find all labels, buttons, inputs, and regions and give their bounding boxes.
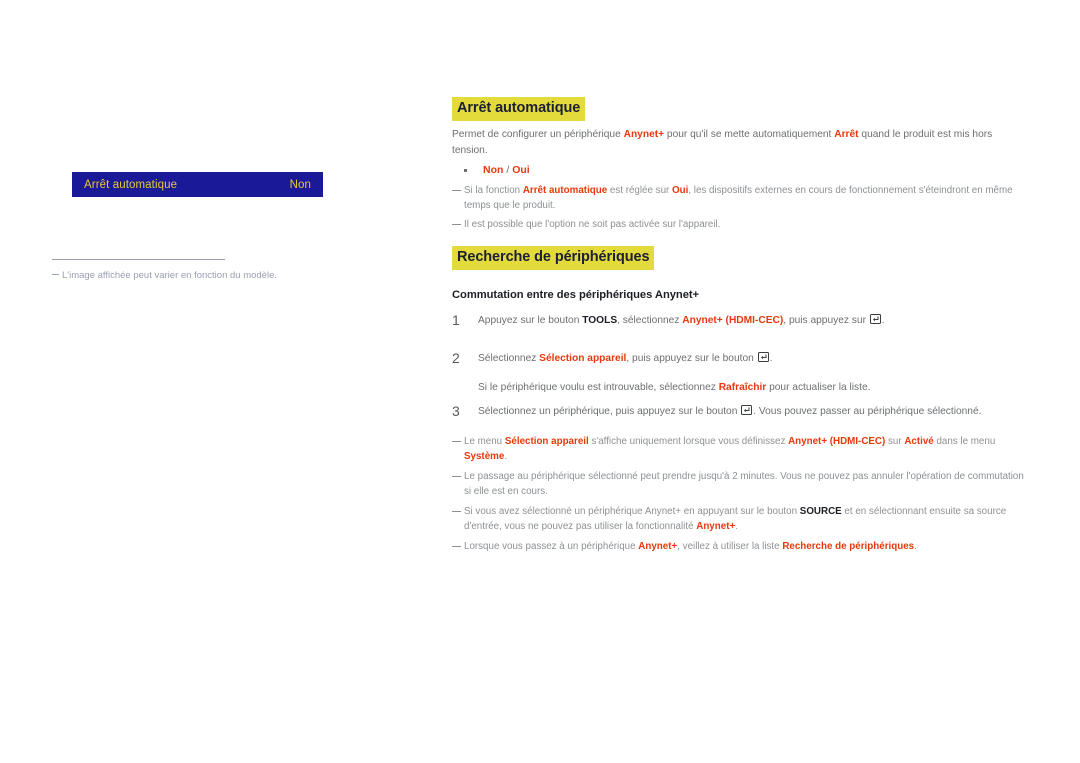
step-3-text-2: . Vous pouvez passer au périphérique sél… xyxy=(753,406,982,417)
section-heading-recherche-de-peripheriques: Recherche de périphériques xyxy=(452,246,655,270)
option-values: Non / Oui xyxy=(483,163,530,178)
section-1-note-1: Si la fonction Arrêt automatique est rég… xyxy=(452,184,1030,213)
step-1-text: Appuyez sur le bouton TOOLS, sélectionne… xyxy=(478,313,1030,329)
osd-menu-item-label: Arrêt automatique xyxy=(84,178,178,191)
step-number: 2 xyxy=(452,350,460,366)
step-number: 3 xyxy=(452,403,460,419)
section-2-note-4: Lorsque vous passez à un périphérique An… xyxy=(452,540,1030,555)
section-2-note-3: Si vous avez sélectionné un périphérique… xyxy=(452,505,1030,534)
section-2-note-1: Le menu Sélection appareil s'affiche uni… xyxy=(452,435,1030,464)
step-number: 1 xyxy=(452,312,460,328)
note-1-keyword-oui: Oui xyxy=(672,185,689,196)
footnote-text: L'image affichée peut varier en fonction… xyxy=(62,270,277,281)
note-1-text-2: est réglée sur xyxy=(607,185,673,196)
step-1-text-1: Appuyez sur le bouton xyxy=(478,315,583,326)
bullet-dot-icon xyxy=(464,169,467,172)
section-heading-arret-automatique-wrap: Arrêt automatique xyxy=(452,97,586,121)
osd-menu-item-value: Non xyxy=(289,178,311,191)
step-2-text-3: . xyxy=(769,353,773,364)
section-1-note-2: Il est possible que l'option ne soit pas… xyxy=(452,218,1030,233)
option-bullet-row: Non / Oui xyxy=(452,163,530,178)
note-3-keyword-anynet-hdmi-cec: Anynet+ (HDMI-CEC) xyxy=(788,436,886,447)
note-2-body: Il est possible que l'option ne soit pas… xyxy=(464,219,721,230)
note-dash-icon xyxy=(452,511,461,512)
step-2-sub-text-2: pour actualiser la liste. xyxy=(766,382,871,393)
step-2-text-2: , puis appuyez sur le bouton xyxy=(626,353,757,364)
section-1-intro-paragraph: Permet de configurer un périphérique Any… xyxy=(452,127,1022,158)
intro-keyword-anynet: Anynet+ xyxy=(623,129,665,140)
note-3-keyword-systeme: Système xyxy=(464,450,505,462)
note-6-keyword-anynet: Anynet+ xyxy=(638,541,678,552)
note-5-text-3: . xyxy=(735,520,738,532)
osd-menu-row-arret-automatique[interactable]: Arrêt automatique Non xyxy=(72,172,323,197)
left-illustration-panel: Arrêt automatique Non L'image affichée p… xyxy=(0,0,440,763)
note-6-keyword-recherche: Recherche de périphériques xyxy=(782,541,915,552)
note-dash-icon xyxy=(452,441,461,442)
step-3-text-1: Sélectionnez un périphérique, puis appuy… xyxy=(478,406,741,417)
illustration-footnote: L'image affichée peut varier en fonction… xyxy=(52,269,392,282)
step-1-keyword-anynet-hdmi-cec: Anynet+ (HDMI-CEC) xyxy=(682,315,784,326)
note-dash-icon xyxy=(452,190,461,191)
note-3-body: Le menu Sélection appareil s'affiche uni… xyxy=(464,435,1030,464)
step-2-sub-keyword-rafraichir: Rafraîchir xyxy=(718,382,767,393)
note-5-keyword-source: SOURCE xyxy=(799,506,842,517)
step-1-keyword-tools: TOOLS xyxy=(582,315,618,326)
enter-key-icon xyxy=(741,405,753,415)
note-1-keyword-arret-automatique: Arrêt automatique xyxy=(522,185,608,196)
note-3-text-3: sur xyxy=(885,436,905,447)
note-5-text-1: Si vous avez sélectionné un périphérique… xyxy=(464,506,800,517)
note-dash-icon xyxy=(452,476,461,477)
note-6-text-1: Lorsque vous passez à un périphérique xyxy=(464,541,639,552)
sub-heading-commutation: Commutation entre des périphériques Anyn… xyxy=(452,289,700,301)
section-heading-recherche-wrap: Recherche de périphériques xyxy=(452,246,655,270)
intro-text-2: pour qu'il se mette automatiquement xyxy=(664,129,835,140)
step-item-2: 2 Sélectionnez Sélection appareil, puis … xyxy=(452,351,1030,367)
step-2-sub-text-1: Si le périphérique voulu est introuvable… xyxy=(478,382,719,393)
note-6-body: Lorsque vous passez à un périphérique An… xyxy=(464,540,1030,555)
enter-key-icon xyxy=(869,314,881,324)
step-1-text-2: , sélectionnez xyxy=(617,315,683,326)
step-2-keyword-selection-appareil: Sélection appareil xyxy=(539,353,627,364)
intro-text-1: Permet de configurer un périphérique xyxy=(452,129,624,140)
note-5-body: Si vous avez sélectionné un périphérique… xyxy=(464,505,1030,534)
footnote-divider xyxy=(52,259,225,260)
step-3-text: Sélectionnez un périphérique, puis appuy… xyxy=(478,404,1030,420)
document-content-column: Arrêt automatique Permet de configurer u… xyxy=(452,0,1032,763)
note-6-text-3: . xyxy=(914,541,917,552)
note-3-text-1: Le menu xyxy=(464,436,505,447)
step-1-text-3: , puis appuyez sur xyxy=(783,315,869,326)
section-heading-arret-automatique: Arrêt automatique xyxy=(452,97,586,121)
step-item-3: 3 Sélectionnez un périphérique, puis app… xyxy=(452,404,1030,420)
note-5-keyword-anynet: Anynet+ xyxy=(696,520,736,532)
option-separator: / xyxy=(503,164,513,176)
option-oui: Oui xyxy=(512,164,530,176)
note-3-keyword-active: Activé xyxy=(904,436,934,447)
step-1-text-4: . xyxy=(881,315,885,326)
step-item-1: 1 Appuyez sur le bouton TOOLS, sélection… xyxy=(452,313,1030,329)
section-2-note-2: Le passage au périphérique sélectionné p… xyxy=(452,470,1030,499)
intro-keyword-arret: Arrêt xyxy=(834,129,859,140)
step-2-text-1: Sélectionnez xyxy=(478,353,540,364)
note-1-text-1: Si la fonction xyxy=(464,185,523,196)
option-non: Non xyxy=(483,164,504,176)
enter-key-icon xyxy=(757,352,769,362)
note-3-text-5: . xyxy=(504,450,508,462)
note-6-text-2: , veillez à utiliser la liste xyxy=(677,541,783,552)
step-2-text: Sélectionnez Sélection appareil, puis ap… xyxy=(478,351,1030,367)
note-3-text-2: s'affiche uniquement lorsque vous défini… xyxy=(588,436,789,447)
note-4-body: Le passage au périphérique sélectionné p… xyxy=(464,471,1024,497)
footnote-dash-icon xyxy=(52,274,59,275)
step-2-sub-paragraph: Si le périphérique voulu est introuvable… xyxy=(478,380,870,396)
note-3-keyword-selection-appareil: Sélection appareil xyxy=(504,436,589,447)
note-3-text-4: dans le menu xyxy=(933,436,996,447)
note-1-body: Si la fonction Arrêt automatique est rég… xyxy=(464,184,1030,213)
note-dash-icon xyxy=(452,224,461,225)
note-dash-icon xyxy=(452,546,461,547)
